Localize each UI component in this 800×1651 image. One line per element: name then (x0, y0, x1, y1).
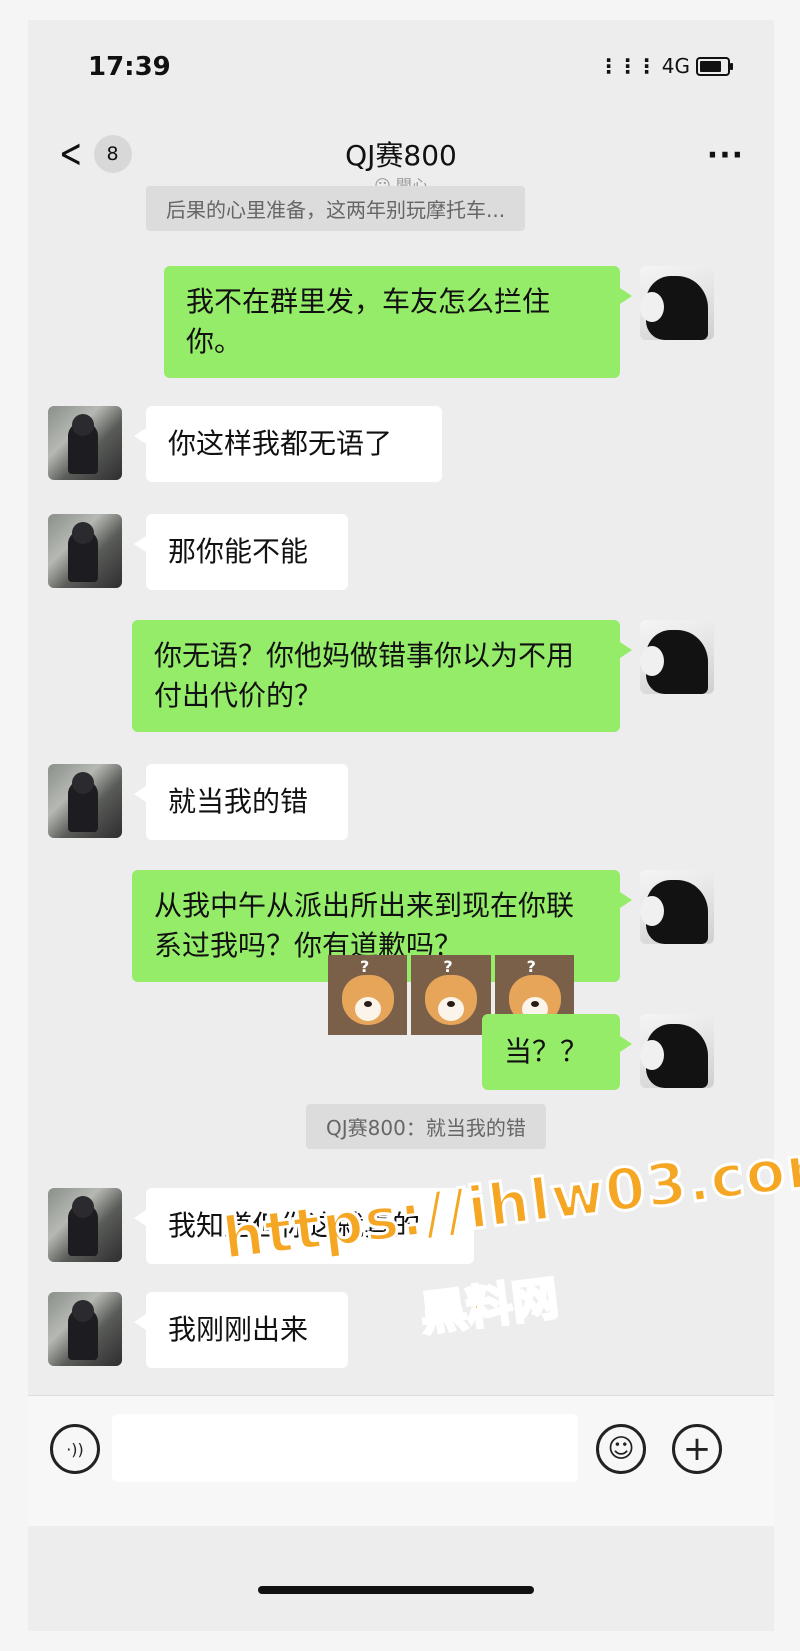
message-bubble-other[interactable]: 那你能不能 (134, 514, 348, 590)
self-avatar[interactable] (640, 620, 714, 694)
input-bar: ·)) ☺ + (28, 1395, 774, 1526)
phone-screen: 17:39 ⋮⋮⋮ 4G < 8 QJ赛800 ☺ 開心 ··· 后果的心里准备… (28, 20, 774, 1631)
quoted-message: 后果的心里准备，这两年别玩摩托车... (146, 186, 526, 231)
message-bubble-other[interactable]: 就当我的错 (134, 764, 348, 840)
dog-icon: ? (328, 955, 408, 1035)
status-time: 17:39 (88, 52, 171, 82)
message-bubble-self[interactable]: 我不在群里发，车友怎么拦住你。 (164, 266, 632, 378)
home-indicator[interactable] (258, 1586, 534, 1594)
message-bubble-other[interactable]: 你这样我都无语了 (134, 406, 442, 482)
self-avatar[interactable] (640, 1014, 714, 1088)
self-avatar[interactable] (640, 266, 714, 340)
contact-avatar[interactable] (48, 406, 122, 480)
message-bubble-self[interactable]: 你无语？你他妈做错事你以为不用付出代价的？ (132, 620, 632, 732)
voice-icon: ·)) (66, 1439, 84, 1459)
network-type: 4G (661, 54, 690, 78)
plus-icon: + (682, 1429, 712, 1469)
smiley-icon: ☺ (607, 1434, 635, 1464)
contact-avatar[interactable] (48, 514, 122, 588)
voice-input-button[interactable]: ·)) (50, 1424, 100, 1474)
signal-icon: ⋮⋮⋮ (598, 54, 657, 78)
status-indicators: ⋮⋮⋮ 4G (598, 54, 733, 78)
contact-avatar[interactable] (48, 1292, 122, 1366)
message-bubble-other[interactable]: 我刚刚出来 (134, 1292, 348, 1368)
self-avatar[interactable] (640, 870, 714, 944)
message-bubble-other[interactable]: 我知道但你这就真的 (134, 1188, 474, 1264)
emoji-button[interactable]: ☺ (596, 1424, 646, 1474)
message-input[interactable] (112, 1414, 578, 1482)
more-actions-button[interactable]: + (672, 1424, 722, 1474)
contact-avatar[interactable] (48, 764, 122, 838)
dog-icon: ? (411, 955, 491, 1035)
more-options-button[interactable]: ··· (707, 138, 744, 173)
battery-icon (696, 56, 733, 76)
battery-fill (700, 60, 721, 72)
contact-avatar[interactable] (48, 1188, 122, 1262)
message-bubble-self[interactable]: 当？？ (482, 1014, 632, 1090)
chat-title: QJ赛800 (345, 139, 457, 172)
quote-reply: QJ赛800：就当我的错 (306, 1104, 546, 1149)
status-bar: 17:39 ⋮⋮⋮ 4G (28, 20, 774, 110)
